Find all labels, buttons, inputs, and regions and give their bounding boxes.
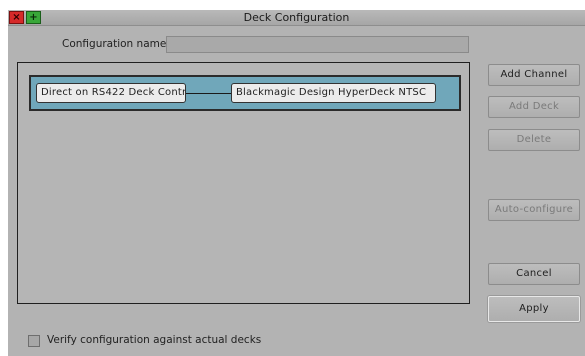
config-name-input[interactable]: [166, 36, 469, 53]
deck-configuration-window: × + Deck Configuration Configuration nam…: [8, 10, 585, 356]
window-title: Deck Configuration: [243, 11, 350, 24]
add-deck-button[interactable]: Add Deck: [488, 96, 580, 118]
verify-label: Verify configuration against actual deck…: [47, 334, 262, 346]
channel-background: Direct on RS422 Deck Contro Blackmagic D…: [31, 77, 459, 109]
config-name-label: Configuration name: [62, 38, 167, 50]
verify-checkbox[interactable]: [28, 335, 40, 347]
channel-connector: [186, 93, 231, 94]
deck-canvas: Direct on RS422 Deck Contro Blackmagic D…: [17, 62, 470, 304]
delete-button[interactable]: Delete: [488, 129, 580, 151]
title-bar: × + Deck Configuration: [8, 10, 585, 26]
add-channel-button[interactable]: Add Channel: [488, 64, 580, 86]
auto-configure-button[interactable]: Auto-configure: [488, 199, 580, 221]
channel-row[interactable]: Direct on RS422 Deck Contro Blackmagic D…: [29, 75, 461, 111]
cancel-button[interactable]: Cancel: [488, 263, 580, 285]
apply-button[interactable]: Apply: [488, 296, 580, 322]
controller-node[interactable]: Direct on RS422 Deck Contro: [36, 83, 186, 103]
deck-node[interactable]: Blackmagic Design HyperDeck NTSC: [231, 83, 436, 103]
